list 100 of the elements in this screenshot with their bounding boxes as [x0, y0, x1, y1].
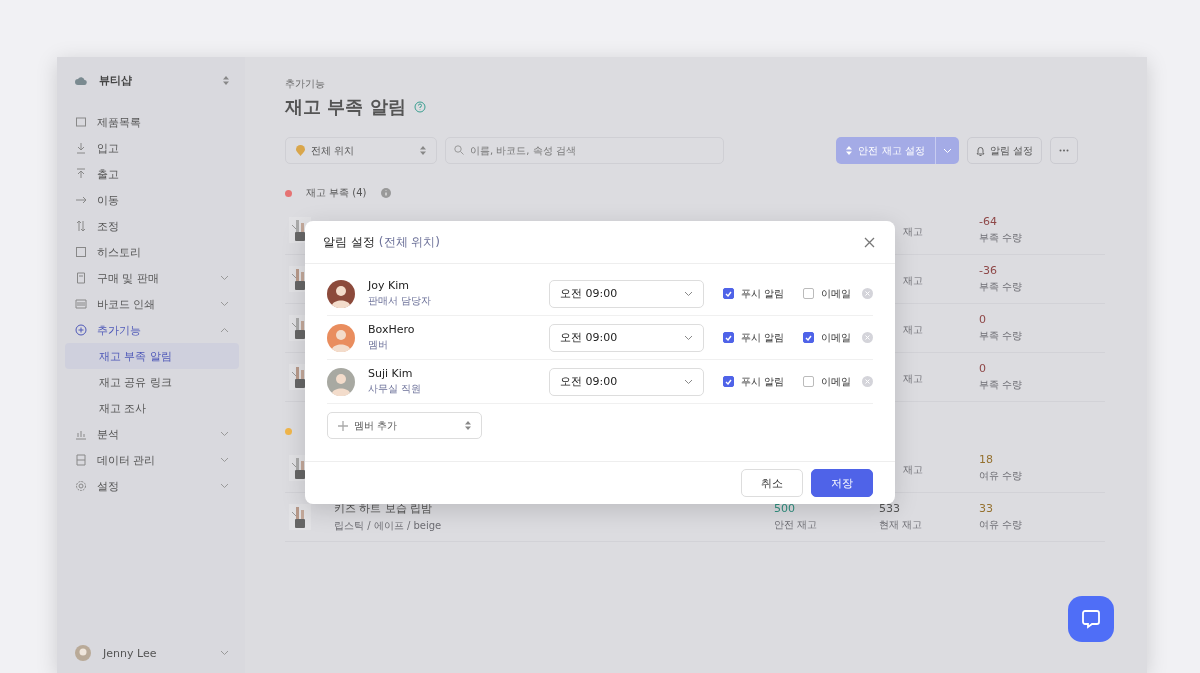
sort-icon [420, 146, 426, 155]
safety-stock-value: 500 [774, 502, 796, 515]
column-label: 여유 수량 [979, 469, 1024, 483]
nav-item[interactable]: 출고 [65, 161, 239, 187]
product-name: 키즈 하트 보습 립밤 [334, 501, 434, 516]
info-icon [380, 188, 391, 198]
list-icon [75, 454, 87, 466]
column-label: 부족 수량 [979, 378, 1024, 392]
member-role: 멤버 [368, 338, 389, 352]
checkbox-box[interactable] [723, 288, 734, 299]
close-icon [864, 236, 875, 248]
nav-item[interactable]: 입고 [65, 135, 239, 161]
remove-icon[interactable] [862, 288, 873, 299]
remove-icon[interactable] [862, 332, 873, 343]
avatar-icon [327, 323, 355, 352]
difference-value: 0 [979, 362, 987, 375]
checkbox-box[interactable] [723, 332, 734, 343]
page-title: 재고 부족 알림 [285, 95, 406, 119]
more-icon [1059, 149, 1069, 152]
time-select[interactable]: 오전 09:00 [549, 367, 704, 396]
chevron-down-icon [220, 275, 229, 281]
search-field[interactable]: 이름, 바코드, 속성 검색 [445, 137, 724, 164]
column-label: 안전 재고 [774, 518, 819, 532]
chevron-down-icon [220, 431, 229, 437]
plus-icon [338, 420, 348, 431]
pin-icon [296, 145, 305, 156]
breadcrumb: 추가기능 [285, 77, 326, 91]
user-name: Jenny Lee [103, 646, 157, 660]
plus-circle-icon [75, 324, 87, 336]
checkbox[interactable]: 푸시 알림 [723, 374, 785, 389]
chevron-down-icon [942, 147, 952, 154]
checkbox[interactable]: 이메일 [803, 374, 852, 389]
column-label: 재고 [902, 322, 924, 337]
bell-icon [975, 145, 985, 156]
chat-icon [1081, 609, 1101, 629]
save-button[interactable]: 저장 [811, 469, 873, 497]
time-select[interactable]: 오전 09:00 [549, 279, 704, 308]
avatar-icon [327, 279, 355, 308]
nav-item[interactable]: 설정 [65, 473, 239, 499]
section-title: 재고 부족 (4) [306, 186, 367, 200]
alarm-settings-button[interactable]: 알림 설정 [966, 137, 1042, 164]
checkbox[interactable]: 이메일 [803, 286, 852, 301]
column-label: 재고 [902, 273, 924, 288]
chat-button[interactable] [1068, 596, 1114, 642]
nav-subitem[interactable]: 재고 부족 알림 [65, 343, 239, 369]
nav-item[interactable]: 구매 및 판매 [65, 265, 239, 291]
arrows-icon [75, 220, 87, 232]
chevron-down-icon [220, 301, 229, 307]
chevron-down-icon [220, 483, 229, 489]
difference-value: 18 [979, 453, 994, 466]
nav-item[interactable]: 제품목록 [65, 109, 239, 135]
time-select[interactable]: 오전 09:00 [549, 323, 704, 352]
checkbox[interactable]: 푸시 알림 [723, 330, 785, 345]
dialog-title: 알림 설정 [323, 233, 375, 251]
add-member-select[interactable]: 멤버 추가 [327, 412, 482, 439]
nav-item[interactable]: 바코드 인쇄 [65, 291, 239, 317]
chevron-down-icon [220, 457, 229, 463]
dialog-subtitle: (전체 위치) [378, 233, 440, 251]
upload-icon [75, 168, 87, 180]
nav-item[interactable]: 데이터 관리 [65, 447, 239, 473]
difference-value: -36 [979, 264, 998, 277]
checkbox-box[interactable] [803, 376, 815, 387]
column-label: 부족 수량 [979, 280, 1024, 294]
nav-subitem[interactable]: 재고 조사 [65, 395, 239, 421]
difference-value: -64 [979, 215, 998, 228]
cancel-button[interactable]: 취소 [741, 469, 803, 497]
nav-item[interactable]: 추가기능 [65, 317, 239, 343]
column-label: 재고 [902, 462, 924, 477]
chevron-down-icon [220, 650, 229, 656]
checkbox-box[interactable] [803, 288, 815, 299]
member-name: Joy Kim [368, 279, 410, 292]
location-select[interactable]: 전체 위치 [285, 137, 437, 164]
more-button[interactable] [1050, 137, 1078, 164]
avatar-icon [75, 645, 91, 661]
product-variant: 립스틱 / 에이프 / beige [334, 519, 443, 533]
search-icon [454, 145, 464, 155]
chevron-down-icon [684, 290, 693, 297]
checkbox[interactable]: 푸시 알림 [723, 286, 785, 301]
column-label: 재고 [902, 224, 924, 239]
nav-item[interactable]: 조정 [65, 213, 239, 239]
member-role: 사무실 직원 [368, 382, 423, 396]
current-stock-value: 533 [879, 502, 901, 515]
chevron-up-icon [220, 327, 229, 333]
cloud-icon [75, 74, 87, 86]
checkbox[interactable]: 이메일 [803, 330, 852, 345]
remove-icon[interactable] [862, 376, 873, 387]
workspace-name: 뷰티샵 [99, 73, 132, 87]
checkbox-box[interactable] [803, 332, 815, 343]
checkbox-box[interactable] [723, 376, 734, 387]
member-role: 판매서 담당자 [368, 294, 433, 308]
gear-icon [75, 480, 87, 492]
nav-subitem[interactable]: 재고 공유 링크 [65, 369, 239, 395]
avatar-icon [327, 367, 355, 396]
column-label: 여유 수량 [979, 518, 1024, 532]
nav-item[interactable]: 분석 [65, 421, 239, 447]
column-label: 현재 재고 [879, 518, 924, 532]
nav-item[interactable]: 이동 [65, 187, 239, 213]
nav-item[interactable]: 히스토리 [65, 239, 239, 265]
difference-value: 33 [979, 502, 994, 515]
column-label: 부족 수량 [979, 329, 1024, 343]
